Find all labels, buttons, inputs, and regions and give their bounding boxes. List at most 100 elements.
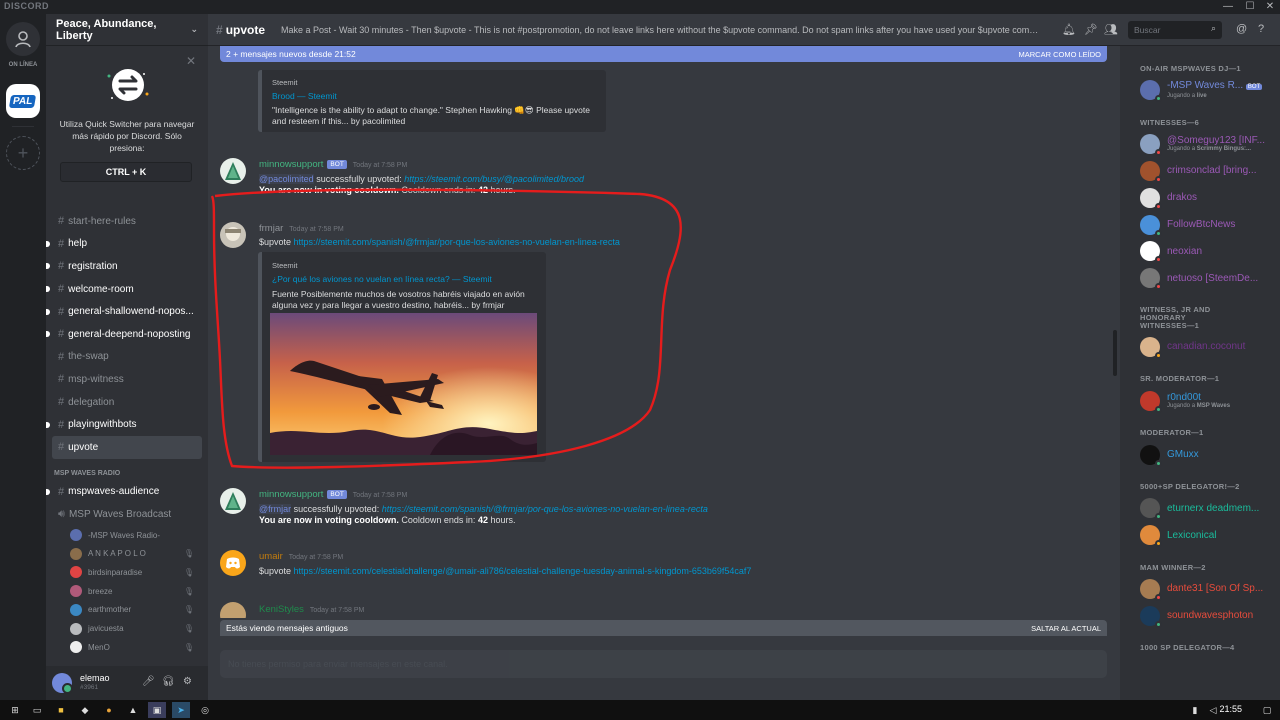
headphones-icon[interactable]: 🎧︎: [162, 676, 175, 687]
unread-indicator: [46, 488, 50, 495]
message-author[interactable]: KeniStyles: [259, 604, 304, 615]
channel-item[interactable]: # playingwithbots: [46, 413, 208, 436]
channel-item[interactable]: # start-here-rules: [46, 210, 208, 233]
message-author[interactable]: minnowsupport: [259, 159, 323, 170]
avatar[interactable]: [220, 158, 246, 184]
microphone-icon[interactable]: 🎤︎: [142, 676, 155, 687]
message-link[interactable]: https://steemit.com/celestialchallenge/@…: [294, 566, 752, 576]
avatar[interactable]: [220, 222, 246, 248]
voice-user[interactable]: A N K A P O L O 🎙︎: [46, 544, 208, 563]
help-icon[interactable]: ?: [1258, 23, 1264, 35]
message-author[interactable]: frmjar: [259, 223, 283, 234]
member-item[interactable]: soundwavesphoton: [1120, 602, 1280, 629]
settings-gear-icon[interactable]: ⚙: [183, 676, 192, 687]
voice-user[interactable]: javicuesta 🎙︎: [46, 619, 208, 638]
minimize-icon[interactable]: —: [1220, 0, 1236, 14]
avatar[interactable]: [220, 488, 246, 514]
message-link[interactable]: https://steemit.com/busy/@pacolimited/br…: [404, 174, 584, 184]
member-item[interactable]: canadian.coconut: [1120, 334, 1280, 361]
app-icon[interactable]: ▲: [124, 702, 142, 718]
voice-user[interactable]: earthmother 🎙︎: [46, 600, 208, 619]
member-item[interactable]: crimsonclad [bring...: [1120, 158, 1280, 185]
embed-title-link[interactable]: ¿Por qué los aviones no vuelan en línea …: [272, 274, 492, 284]
category-header[interactable]: MSP WAVES RADIO: [46, 467, 208, 481]
pin-icon[interactable]: 📌︎: [1084, 23, 1098, 36]
voice-user[interactable]: -MSP Waves Radio-: [46, 526, 208, 545]
hash-icon: #: [58, 215, 65, 228]
channel-item[interactable]: # mspwaves-audience: [46, 481, 208, 504]
channel-item[interactable]: # general-deepend-noposting: [46, 323, 208, 346]
member-item[interactable]: netuoso [SteemDe...: [1120, 265, 1280, 292]
member-item[interactable]: Lexiconical: [1120, 522, 1280, 549]
member-item[interactable]: r0nd00t Jugando a MSP Waves: [1120, 387, 1280, 414]
maximize-icon[interactable]: ☐: [1242, 0, 1258, 14]
close-window-icon[interactable]: ✕: [1262, 0, 1278, 14]
user-mention[interactable]: @frmjar: [259, 504, 292, 514]
windows-start-icon[interactable]: ⊞: [6, 702, 24, 718]
avatar[interactable]: [52, 673, 73, 694]
embed-image-airplane-sunset[interactable]: [270, 313, 537, 455]
mention-icon[interactable]: @: [1236, 23, 1247, 35]
user-mention[interactable]: @pacolimited: [259, 174, 314, 184]
search-input[interactable]: Buscar: [1128, 21, 1222, 39]
member-item[interactable]: FollowBtcNews: [1120, 211, 1280, 238]
avatar[interactable]: [220, 550, 246, 576]
task-view-icon[interactable]: ▭: [28, 702, 46, 718]
member-item[interactable]: drakos: [1120, 184, 1280, 211]
channel-item[interactable]: # general-shallowend-nopos...: [46, 300, 208, 323]
file-explorer-icon[interactable]: ■: [52, 702, 70, 718]
member-item[interactable]: dante31 [Son Of Sp...: [1120, 576, 1280, 603]
message-timestamp: Today at 7:58 PM: [289, 226, 344, 233]
voice-user-name: MenO: [88, 642, 110, 652]
channel-item[interactable]: # the-swap: [46, 346, 208, 369]
message-author[interactable]: umair: [259, 551, 283, 562]
voice-user[interactable]: birdsinparadise 🎙︎: [46, 563, 208, 582]
app-icon[interactable]: ◎: [196, 702, 214, 718]
voice-user[interactable]: breeze 🎙︎: [46, 582, 208, 601]
muted-mic-icon: 🎙︎: [183, 605, 194, 615]
add-server-icon[interactable]: +: [6, 136, 40, 170]
member-item[interactable]: eturnerx deadmem...: [1120, 495, 1280, 522]
member-list: ON-AIR MSPWAVES DJ—1 -MSP Waves R... BOT J…: [1120, 46, 1280, 700]
member-item[interactable]: -MSP Waves R... BOT Jugando a live: [1120, 77, 1280, 104]
channel-name: upvote: [68, 441, 99, 453]
message-author[interactable]: minnowsupport: [259, 489, 323, 500]
chrome-icon[interactable]: ●: [100, 702, 118, 718]
network-icon[interactable]: ▮: [1186, 702, 1204, 718]
channel-item[interactable]: # welcome-room: [46, 278, 208, 301]
server-pal-icon[interactable]: PAL: [6, 84, 40, 118]
members-list-icon[interactable]: 👥︎: [1104, 23, 1118, 36]
member-item[interactable]: neoxian: [1120, 238, 1280, 265]
avatar[interactable]: [220, 602, 246, 618]
online-count-label: ON LÍNEA: [8, 62, 38, 68]
bell-icon[interactable]: 🔔︎: [1062, 23, 1076, 36]
channel-item[interactable]: # msp-witness: [46, 368, 208, 391]
channel-item[interactable]: # upvote: [52, 435, 202, 459]
scrollbar-thumb[interactable]: [1113, 330, 1117, 376]
channel-item[interactable]: # registration: [46, 255, 208, 278]
friends-home-icon[interactable]: [6, 22, 40, 56]
server-header[interactable]: Peace, Abundance, Liberty ⌄: [46, 14, 208, 46]
voice-channel-item[interactable]: 🔊︎ MSP Waves Broadcast: [46, 503, 208, 526]
mark-read-button[interactable]: MARCAR COMO LEÍDO: [1018, 50, 1101, 59]
message-link[interactable]: https://steemit.com/spanish/@frmjar/por-…: [294, 237, 620, 247]
voice-user[interactable]: MenO 🎙︎: [46, 638, 208, 657]
avatar: [70, 603, 82, 616]
unread-indicator: [46, 421, 50, 428]
close-icon[interactable]: ✕: [186, 54, 196, 68]
jump-to-present-button[interactable]: SALTAR AL ACTUAL: [1031, 624, 1101, 633]
notifications-icon[interactable]: ▢: [1258, 702, 1276, 718]
channel-title: # upvote: [216, 22, 266, 37]
new-messages-bar[interactable]: 2 + mensajes nuevos desde 21:52 MARCAR C…: [220, 46, 1107, 62]
discord-taskbar-icon[interactable]: ▣: [148, 702, 166, 718]
channel-item[interactable]: # delegation: [46, 391, 208, 414]
member-item[interactable]: @Someguy123 [INF... Jugando a Scrimmy Bin…: [1120, 131, 1280, 158]
channel-item[interactable]: # help: [46, 233, 208, 256]
member-item[interactable]: GMuxx: [1120, 441, 1280, 468]
telegram-icon[interactable]: ➤: [172, 702, 190, 718]
embed-title-link[interactable]: Brood — Steemit: [272, 91, 337, 101]
channel-name: welcome-room: [68, 283, 134, 295]
app-icon[interactable]: ◆: [76, 702, 94, 718]
embed-description: "Intelligence is the ability to adapt to…: [272, 105, 590, 126]
message-link[interactable]: https://steemit.com/spanish/@frmjar/por-…: [382, 504, 708, 514]
